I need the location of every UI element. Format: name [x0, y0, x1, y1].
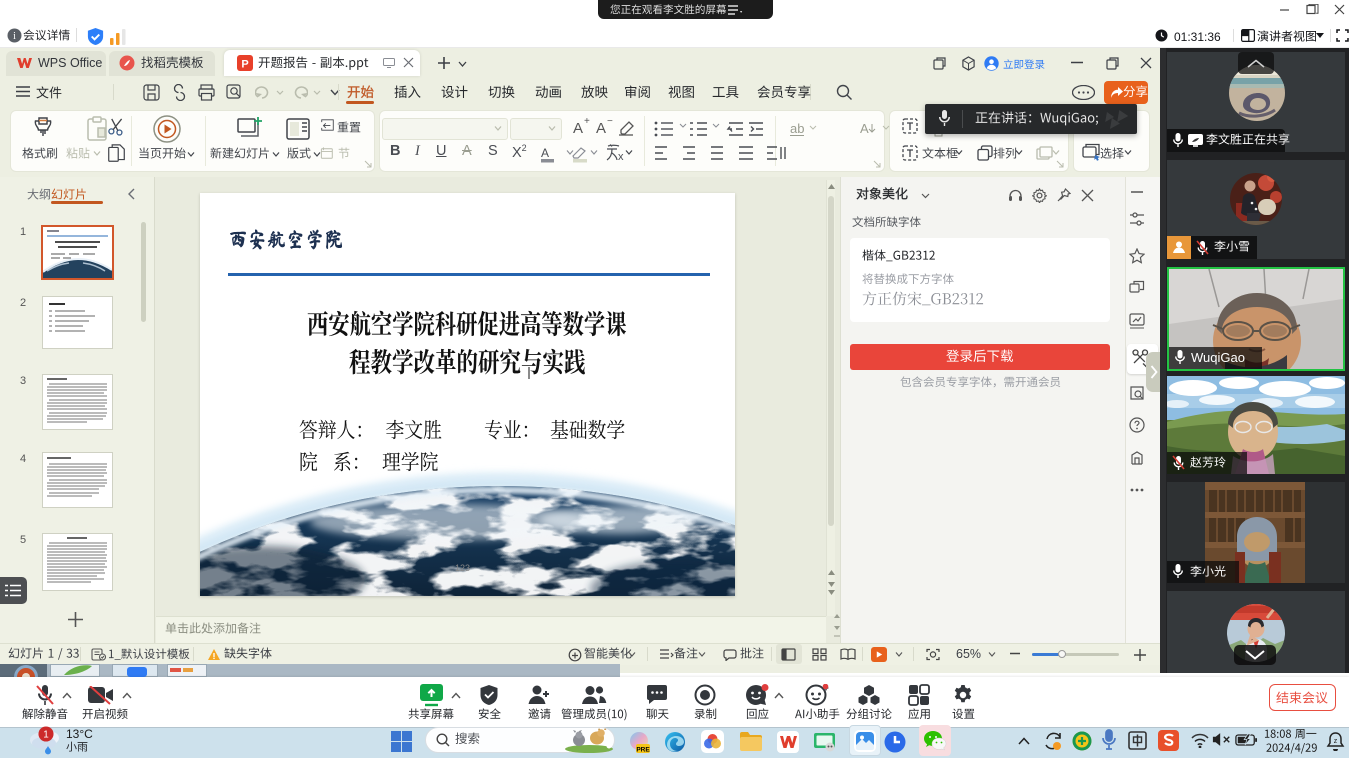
svg-text:x: x [618, 151, 624, 163]
svg-text:i: i [13, 31, 16, 42]
svg-text:A: A [541, 146, 549, 160]
svg-text:P: P [241, 59, 248, 71]
svg-text:1: 1 [43, 729, 49, 740]
svg-text:A: A [860, 121, 869, 136]
svg-text:ab: ab [790, 121, 804, 136]
svg-text:PRE: PRE [636, 747, 650, 754]
svg-text:z: z [1334, 738, 1338, 745]
